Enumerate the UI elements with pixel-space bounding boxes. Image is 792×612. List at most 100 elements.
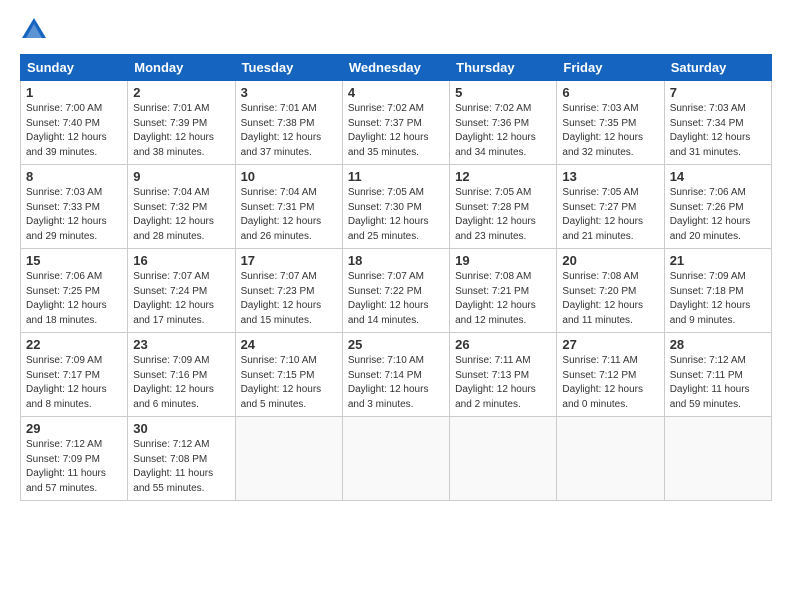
sunset-label: Sunset: 7:20 PM [562,286,636,297]
daylight-label: Daylight: 12 hours and 21 minutes. [562,216,643,242]
sunset-label: Sunset: 7:25 PM [26,286,100,297]
day-of-week-header: Saturday [664,55,771,81]
sunrise-label: Sunrise: 7:06 AM [26,271,102,282]
calendar-day-cell: 17 Sunrise: 7:07 AM Sunset: 7:23 PM Dayl… [235,249,342,333]
day-number: 21 [670,253,766,268]
daylight-label: Daylight: 12 hours and 3 minutes. [348,384,429,410]
day-info: Sunrise: 7:01 AM Sunset: 7:38 PM Dayligh… [241,102,337,160]
daylight-label: Daylight: 12 hours and 5 minutes. [241,384,322,410]
day-info: Sunrise: 7:08 AM Sunset: 7:21 PM Dayligh… [455,270,551,328]
calendar-day-cell: 16 Sunrise: 7:07 AM Sunset: 7:24 PM Dayl… [128,249,235,333]
header [20,16,772,44]
day-info: Sunrise: 7:02 AM Sunset: 7:37 PM Dayligh… [348,102,444,160]
calendar-table: SundayMondayTuesdayWednesdayThursdayFrid… [20,54,772,501]
calendar-day-cell: 14 Sunrise: 7:06 AM Sunset: 7:26 PM Dayl… [664,165,771,249]
day-info: Sunrise: 7:03 AM Sunset: 7:34 PM Dayligh… [670,102,766,160]
day-info: Sunrise: 7:03 AM Sunset: 7:33 PM Dayligh… [26,186,122,244]
day-number: 3 [241,85,337,100]
calendar-day-cell: 28 Sunrise: 7:12 AM Sunset: 7:11 PM Dayl… [664,333,771,417]
sunrise-label: Sunrise: 7:12 AM [26,439,102,450]
daylight-label: Daylight: 12 hours and 23 minutes. [455,216,536,242]
day-info: Sunrise: 7:04 AM Sunset: 7:31 PM Dayligh… [241,186,337,244]
calendar-day-cell: 5 Sunrise: 7:02 AM Sunset: 7:36 PM Dayli… [450,81,557,165]
day-info: Sunrise: 7:10 AM Sunset: 7:14 PM Dayligh… [348,354,444,412]
sunrise-label: Sunrise: 7:07 AM [348,271,424,282]
sunset-label: Sunset: 7:23 PM [241,286,315,297]
sunrise-label: Sunrise: 7:09 AM [133,355,209,366]
sunset-label: Sunset: 7:32 PM [133,202,207,213]
calendar-day-cell: 8 Sunrise: 7:03 AM Sunset: 7:33 PM Dayli… [21,165,128,249]
daylight-label: Daylight: 12 hours and 17 minutes. [133,300,214,326]
sunrise-label: Sunrise: 7:09 AM [670,271,746,282]
day-info: Sunrise: 7:06 AM Sunset: 7:26 PM Dayligh… [670,186,766,244]
sunrise-label: Sunrise: 7:05 AM [455,187,531,198]
day-info: Sunrise: 7:12 AM Sunset: 7:11 PM Dayligh… [670,354,766,412]
daylight-label: Daylight: 12 hours and 2 minutes. [455,384,536,410]
day-number: 10 [241,169,337,184]
day-number: 30 [133,421,229,436]
sunset-label: Sunset: 7:08 PM [133,454,207,465]
day-number: 17 [241,253,337,268]
day-number: 28 [670,337,766,352]
sunset-label: Sunset: 7:21 PM [455,286,529,297]
day-number: 18 [348,253,444,268]
day-number: 22 [26,337,122,352]
calendar-day-cell: 21 Sunrise: 7:09 AM Sunset: 7:18 PM Dayl… [664,249,771,333]
sunrise-label: Sunrise: 7:03 AM [670,103,746,114]
logo-icon [20,16,48,44]
calendar-day-cell: 7 Sunrise: 7:03 AM Sunset: 7:34 PM Dayli… [664,81,771,165]
calendar-day-cell: 4 Sunrise: 7:02 AM Sunset: 7:37 PM Dayli… [342,81,449,165]
daylight-label: Daylight: 12 hours and 12 minutes. [455,300,536,326]
sunrise-label: Sunrise: 7:12 AM [670,355,746,366]
calendar-day-cell: 9 Sunrise: 7:04 AM Sunset: 7:32 PM Dayli… [128,165,235,249]
daylight-label: Daylight: 11 hours and 57 minutes. [26,468,106,494]
calendar-day-cell: 29 Sunrise: 7:12 AM Sunset: 7:09 PM Dayl… [21,417,128,501]
day-of-week-header: Wednesday [342,55,449,81]
calendar-body: 1 Sunrise: 7:00 AM Sunset: 7:40 PM Dayli… [21,81,772,501]
page: SundayMondayTuesdayWednesdayThursdayFrid… [0,0,792,511]
daylight-label: Daylight: 12 hours and 9 minutes. [670,300,751,326]
day-info: Sunrise: 7:07 AM Sunset: 7:22 PM Dayligh… [348,270,444,328]
day-of-week-header: Monday [128,55,235,81]
daylight-label: Daylight: 12 hours and 8 minutes. [26,384,107,410]
calendar-day-cell: 10 Sunrise: 7:04 AM Sunset: 7:31 PM Dayl… [235,165,342,249]
day-info: Sunrise: 7:05 AM Sunset: 7:30 PM Dayligh… [348,186,444,244]
day-of-week-header: Thursday [450,55,557,81]
calendar-week-row: 22 Sunrise: 7:09 AM Sunset: 7:17 PM Dayl… [21,333,772,417]
sunrise-label: Sunrise: 7:08 AM [455,271,531,282]
day-info: Sunrise: 7:04 AM Sunset: 7:32 PM Dayligh… [133,186,229,244]
sunset-label: Sunset: 7:26 PM [670,202,744,213]
day-number: 29 [26,421,122,436]
calendar-day-cell: 30 Sunrise: 7:12 AM Sunset: 7:08 PM Dayl… [128,417,235,501]
calendar-day-cell: 13 Sunrise: 7:05 AM Sunset: 7:27 PM Dayl… [557,165,664,249]
day-of-week-header: Sunday [21,55,128,81]
day-number: 2 [133,85,229,100]
daylight-label: Daylight: 12 hours and 18 minutes. [26,300,107,326]
daylight-label: Daylight: 12 hours and 39 minutes. [26,132,107,158]
sunrise-label: Sunrise: 7:02 AM [348,103,424,114]
sunset-label: Sunset: 7:33 PM [26,202,100,213]
sunrise-label: Sunrise: 7:05 AM [348,187,424,198]
day-number: 24 [241,337,337,352]
sunset-label: Sunset: 7:18 PM [670,286,744,297]
day-info: Sunrise: 7:09 AM Sunset: 7:16 PM Dayligh… [133,354,229,412]
daylight-label: Daylight: 12 hours and 32 minutes. [562,132,643,158]
day-number: 13 [562,169,658,184]
sunset-label: Sunset: 7:11 PM [670,370,743,381]
sunrise-label: Sunrise: 7:01 AM [241,103,317,114]
calendar-day-cell: 2 Sunrise: 7:01 AM Sunset: 7:39 PM Dayli… [128,81,235,165]
sunset-label: Sunset: 7:39 PM [133,118,207,129]
day-info: Sunrise: 7:05 AM Sunset: 7:27 PM Dayligh… [562,186,658,244]
day-number: 12 [455,169,551,184]
calendar-day-cell: 24 Sunrise: 7:10 AM Sunset: 7:15 PM Dayl… [235,333,342,417]
day-number: 26 [455,337,551,352]
sunrise-label: Sunrise: 7:11 AM [562,355,637,366]
calendar-day-cell: 22 Sunrise: 7:09 AM Sunset: 7:17 PM Dayl… [21,333,128,417]
day-number: 9 [133,169,229,184]
day-info: Sunrise: 7:12 AM Sunset: 7:08 PM Dayligh… [133,438,229,496]
daylight-label: Daylight: 12 hours and 26 minutes. [241,216,322,242]
calendar-day-cell [664,417,771,501]
day-info: Sunrise: 7:07 AM Sunset: 7:24 PM Dayligh… [133,270,229,328]
sunset-label: Sunset: 7:37 PM [348,118,422,129]
day-info: Sunrise: 7:06 AM Sunset: 7:25 PM Dayligh… [26,270,122,328]
